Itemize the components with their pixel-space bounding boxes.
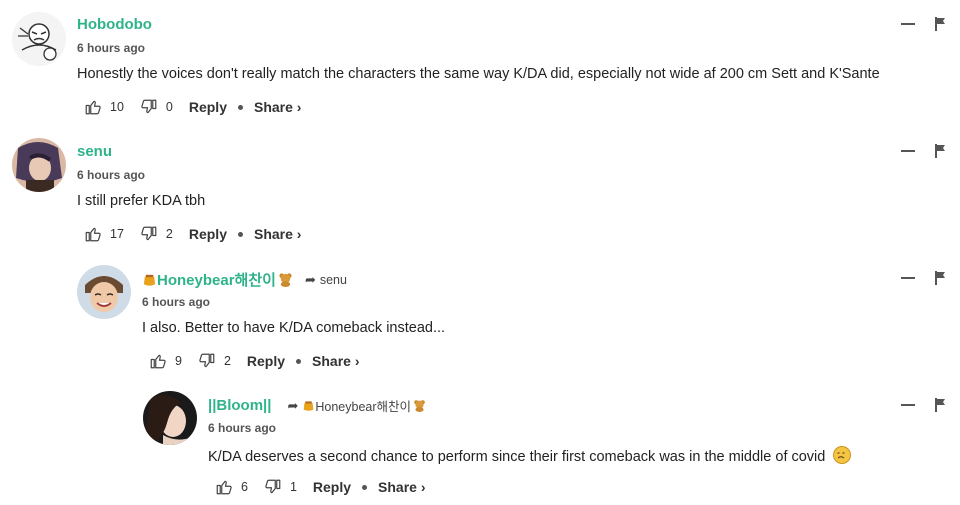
flag-icon[interactable]: [935, 398, 947, 412]
thumbs-down-icon[interactable]: [198, 352, 216, 370]
username[interactable]: Hobodobo: [77, 16, 152, 33]
avatar[interactable]: [77, 265, 131, 319]
avatar-sketch-icon: [12, 12, 66, 66]
timestamp[interactable]: 6 hours ago: [77, 41, 145, 55]
thumbs-up-icon[interactable]: [84, 98, 102, 116]
reply-arrow-icon: ➦: [287, 397, 299, 413]
minimize-icon[interactable]: [901, 403, 915, 407]
reply-button[interactable]: Reply: [313, 479, 351, 495]
avatar[interactable]: [12, 138, 66, 192]
like-count: 6: [241, 480, 248, 494]
share-button[interactable]: Share ›: [254, 226, 301, 242]
reply-button[interactable]: Reply: [189, 226, 227, 242]
share-button[interactable]: Share ›: [254, 99, 301, 115]
dislike-count: 2: [223, 354, 231, 368]
avatar[interactable]: [12, 12, 66, 66]
honey-pot-icon: [302, 399, 315, 412]
dislike-count: 1: [289, 480, 297, 494]
thumbs-up-icon[interactable]: [215, 478, 233, 496]
teddy-bear-icon: [413, 399, 426, 412]
share-button[interactable]: Share ›: [378, 479, 425, 495]
minimize-icon[interactable]: [901, 276, 915, 280]
reply-to-name[interactable]: senu: [320, 273, 347, 287]
dislike-count: 0: [165, 100, 173, 114]
comment-text: I still prefer KDA tbh: [77, 193, 206, 209]
minimize-icon[interactable]: [901, 22, 915, 26]
flag-icon[interactable]: [935, 17, 947, 31]
honey-pot-icon: [142, 272, 157, 287]
avatar-photo-icon: [143, 391, 197, 445]
timestamp[interactable]: 6 hours ago: [77, 168, 145, 182]
reply-to[interactable]: ➦ Honeybear해찬이: [287, 396, 426, 415]
flag-icon[interactable]: [935, 144, 947, 158]
username[interactable]: senu: [77, 143, 112, 160]
share-button[interactable]: Share ›: [312, 353, 359, 369]
reply-button[interactable]: Reply: [189, 99, 227, 115]
comment-text: K/DA deserves a second chance to perform…: [208, 449, 826, 465]
thumbs-down-icon[interactable]: [264, 478, 282, 496]
timestamp[interactable]: 6 hours ago: [142, 295, 210, 309]
reply-to[interactable]: ➦ senu: [305, 272, 347, 288]
avatar[interactable]: [143, 391, 197, 445]
minimize-icon[interactable]: [901, 149, 915, 153]
timestamp[interactable]: 6 hours ago: [208, 421, 276, 435]
username[interactable]: Honeybear해찬이: [157, 269, 276, 290]
comment-text: I also. Better to have K/DA comeback ins…: [142, 320, 446, 336]
sad-face-emoji-icon: [833, 446, 852, 464]
like-count: 17: [110, 227, 124, 241]
dislike-count: 2: [165, 227, 173, 241]
username[interactable]: ||Bloom||: [208, 397, 271, 414]
reply-button[interactable]: Reply: [247, 353, 285, 369]
teddy-bear-icon: [278, 272, 293, 287]
thumbs-up-icon[interactable]: [149, 352, 167, 370]
reply-to-name[interactable]: Honeybear해찬이: [315, 396, 411, 415]
like-count: 9: [175, 354, 182, 368]
flag-icon[interactable]: [935, 271, 947, 285]
reply-arrow-icon: ➦: [304, 271, 316, 287]
thumbs-down-icon[interactable]: [140, 225, 158, 243]
thumbs-up-icon[interactable]: [84, 225, 102, 243]
comment-text: Honestly the voices don't really match t…: [77, 66, 880, 82]
avatar-anime-icon: [12, 138, 66, 192]
avatar-photo-icon: [77, 265, 131, 319]
thumbs-down-icon[interactable]: [140, 98, 158, 116]
like-count: 10: [110, 100, 124, 114]
